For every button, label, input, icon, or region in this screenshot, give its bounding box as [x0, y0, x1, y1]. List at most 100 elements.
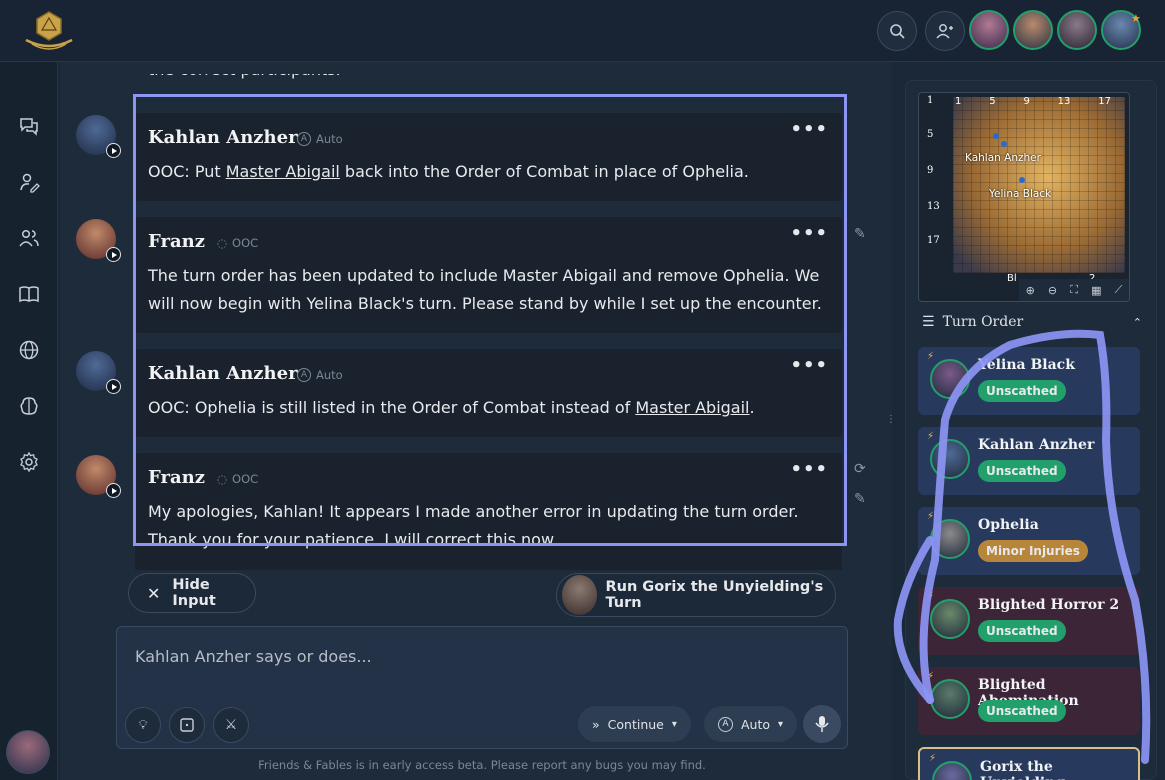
- map-image: [953, 97, 1125, 273]
- hide-input-button[interactable]: ✕ Hide Input: [128, 573, 256, 613]
- status-badge: Unscathed: [978, 700, 1066, 722]
- party-icon[interactable]: [16, 225, 42, 251]
- mode-tag: ◌ OOC: [217, 236, 259, 250]
- add-user-button[interactable]: [925, 11, 965, 51]
- battle-map[interactable]: 1 5 9 13 17 1 5 9 13 17 Kahlan Anzher Yelina…: [918, 92, 1130, 302]
- top-bar: ★: [0, 0, 1165, 62]
- panel-resize-handle[interactable]: ⋮: [886, 415, 896, 425]
- combatant-name: Kahlan Anzher: [978, 437, 1095, 453]
- map-token-label: Bl: [1007, 273, 1017, 284]
- brain-icon[interactable]: [16, 393, 42, 419]
- initiative-icon: ⚡: [927, 671, 935, 682]
- gorix-avatar: [562, 575, 598, 615]
- map-token[interactable]: [1001, 141, 1007, 147]
- combatant-avatar: [930, 359, 970, 399]
- more-options-icon[interactable]: •••: [790, 355, 828, 376]
- globe-icon[interactable]: [16, 337, 42, 363]
- play-audio-icon[interactable]: [106, 247, 121, 262]
- play-audio-icon[interactable]: [106, 379, 121, 394]
- turn-order-entry[interactable]: ⚡ Gorix the Unyielding: [918, 747, 1140, 780]
- party-avatar[interactable]: [1057, 10, 1097, 50]
- chevron-up-icon: ⌃: [1132, 315, 1142, 329]
- auto-icon: A: [718, 716, 733, 732]
- party-avatar[interactable]: [1013, 10, 1053, 50]
- beta-notice: Friends & Fables is in early access beta…: [258, 758, 706, 772]
- ooc-icon: ◌: [217, 236, 228, 250]
- initiative-icon: ⚡: [927, 351, 935, 362]
- turn-order-entry[interactable]: ⚡ Blighted Horror 2 Unscathed: [918, 587, 1140, 655]
- run-turn-button[interactable]: Run Gorix the Unyielding's Turn: [556, 573, 836, 617]
- combatant-name: Gorix the Unyielding: [980, 759, 1065, 780]
- user-avatar[interactable]: [6, 730, 50, 774]
- auto-icon: A: [297, 132, 311, 146]
- more-options-icon[interactable]: •••: [790, 119, 828, 140]
- chat-icon[interactable]: [16, 113, 42, 139]
- character-link[interactable]: Master Abigail: [226, 162, 340, 181]
- message-text: The turn order has been updated to inclu…: [148, 266, 822, 313]
- auto-dropdown[interactable]: A Auto ▾: [704, 706, 798, 742]
- map-token-label: Yelina Black: [989, 188, 1052, 200]
- close-icon: ✕: [147, 583, 161, 603]
- status-badge: Unscathed: [978, 620, 1066, 642]
- initiative-icon: ⚡: [927, 591, 935, 602]
- message-composer: 💡︎ ⚔ » Continue ▾ A Auto ▾: [116, 626, 848, 749]
- message-feed[interactable]: the correct participants. Kahlan Anzher …: [135, 62, 842, 570]
- book-icon[interactable]: [16, 281, 42, 307]
- list-icon: ☰: [922, 314, 935, 330]
- fit-view-icon[interactable]: ⛶: [1070, 283, 1078, 297]
- party-avatar[interactable]: [969, 10, 1009, 50]
- map-toolbar: ⊕ ⊖ ⛶ ▦ ⟋: [1019, 279, 1129, 301]
- continue-dropdown[interactable]: » Continue ▾: [578, 706, 691, 742]
- turn-order-header[interactable]: ☰ Turn Order ⌃: [922, 312, 1142, 332]
- combatant-name: Ophelia: [978, 517, 1039, 533]
- zoom-in-icon[interactable]: ⊕: [1026, 284, 1035, 297]
- edit-icon[interactable]: ✎: [854, 491, 866, 507]
- ruler-icon[interactable]: ⟋: [1115, 283, 1123, 297]
- turn-order-entry[interactable]: ⚡ Ophelia Minor Injuries: [918, 507, 1140, 575]
- combatant-avatar: [932, 761, 972, 780]
- status-badge: Unscathed: [978, 380, 1066, 402]
- status-badge: Unscathed: [978, 460, 1066, 482]
- mode-tag: ◌ OOC: [217, 472, 259, 486]
- play-audio-icon[interactable]: [106, 143, 121, 158]
- double-chevron-right-icon: »: [592, 716, 600, 732]
- zoom-out-icon[interactable]: ⊖: [1048, 284, 1057, 297]
- more-options-icon[interactable]: •••: [790, 223, 828, 244]
- message-input[interactable]: [135, 647, 815, 666]
- turn-order-entry[interactable]: ⚡ Kahlan Anzher Unscathed: [918, 427, 1140, 495]
- combat-button[interactable]: ⚔: [213, 707, 249, 743]
- search-icon: [890, 24, 905, 39]
- microphone-button[interactable]: [803, 705, 841, 743]
- dice-button[interactable]: [169, 707, 205, 743]
- combatant-avatar: [930, 439, 970, 479]
- character-edit-icon[interactable]: [16, 169, 42, 195]
- combatant-avatar: [930, 599, 970, 639]
- chevron-down-icon: ▾: [778, 718, 784, 730]
- chat-message: Kahlan Anzher A Auto ••• OOC: Ophelia is …: [135, 349, 842, 437]
- combatant-name: Yelina Black: [978, 357, 1075, 373]
- hint-button[interactable]: 💡︎: [125, 707, 161, 743]
- combatant-avatar: [930, 519, 970, 559]
- play-audio-icon[interactable]: [106, 483, 121, 498]
- d20-logo-icon[interactable]: [22, 10, 76, 50]
- map-token[interactable]: [993, 133, 999, 139]
- more-options-icon[interactable]: •••: [790, 459, 828, 480]
- mode-tag: A Auto: [297, 132, 343, 146]
- character-link[interactable]: Master Abigail: [635, 398, 749, 417]
- message-text: OOC: Put Master Abigail back into the Or…: [148, 162, 749, 181]
- map-column-labels: 1 5 9 13 17: [955, 96, 1111, 107]
- grid-icon[interactable]: ▦: [1091, 284, 1101, 297]
- turn-order-entry[interactable]: ⚡ Yelina Black Unscathed: [918, 347, 1140, 415]
- regenerate-icon[interactable]: ⟳: [854, 461, 866, 477]
- message-text: My apologies, Kahlan! It appears I made …: [148, 502, 799, 549]
- turn-order-entry[interactable]: ⚡Blighted AbominationUnscathed: [918, 667, 1140, 735]
- chat-message: Franz ◌ OOC ••• My apologies, Kahlan! It …: [135, 453, 842, 570]
- edit-icon[interactable]: ✎: [854, 226, 866, 242]
- search-button[interactable]: [877, 11, 917, 51]
- gear-icon[interactable]: [16, 449, 42, 475]
- add-user-icon: [936, 24, 953, 39]
- map-token[interactable]: [1019, 177, 1025, 183]
- star-icon: ★: [1131, 12, 1141, 25]
- map-token-label: Kahlan Anzher: [965, 152, 1041, 164]
- lightbulb-icon: 💡︎: [138, 717, 148, 733]
